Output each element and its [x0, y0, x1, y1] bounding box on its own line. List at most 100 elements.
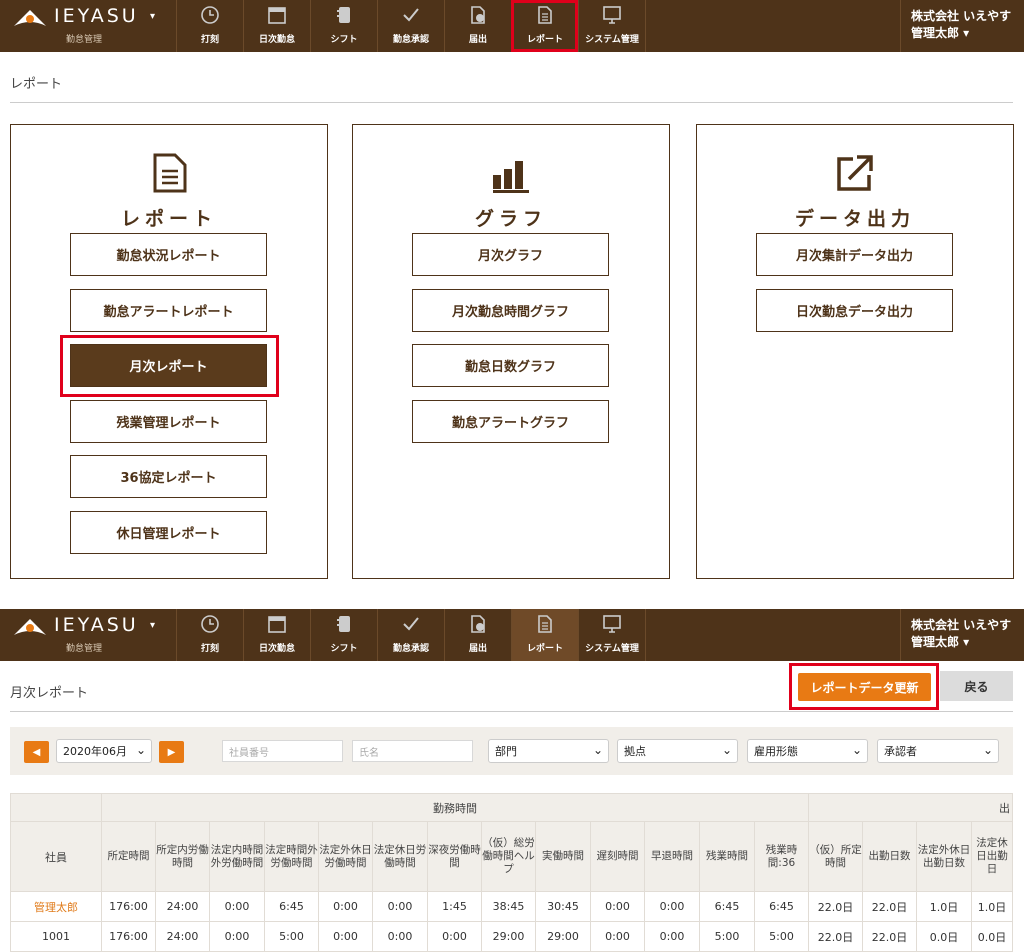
approver-select[interactable]: 承認者 ⌄: [877, 739, 999, 763]
table-cell: 0:00: [644, 921, 700, 952]
document-icon: [538, 6, 552, 24]
agreement36-report-button[interactable]: 36協定レポート: [70, 455, 267, 498]
column-header: 早退時間: [644, 821, 700, 892]
department-select[interactable]: 部門 ⌄: [488, 739, 609, 763]
holiday-report-button[interactable]: 休日管理レポート: [70, 511, 267, 554]
page-title: 月次レポート: [10, 686, 89, 701]
nav-report[interactable]: レポート: [511, 609, 578, 661]
check-icon: [403, 8, 419, 22]
nav-clock-in[interactable]: 打刻: [176, 609, 243, 661]
column-header: 深夜労働時間: [427, 821, 482, 892]
main-nav: 打刻 日次勤怠 シフト 勤怠承認 届出 レポート システム管理: [176, 0, 645, 52]
table-cell: 0:00: [644, 891, 700, 922]
table-cell: 0:00: [318, 921, 373, 952]
table-cell: 6:45: [754, 891, 809, 922]
nav-clock-in[interactable]: 打刻: [176, 0, 243, 52]
nav-report[interactable]: レポート: [511, 0, 578, 52]
column-header: 法定外休日出勤日数: [916, 821, 972, 892]
column-header: 残業時間: [699, 821, 755, 892]
upload-doc-icon: [471, 615, 485, 633]
monthly-export-button[interactable]: 月次集計データ出力: [756, 233, 953, 276]
nav-daily[interactable]: 日次勤怠: [243, 0, 310, 52]
site-select[interactable]: 拠点 ⌄: [617, 739, 738, 763]
column-header: 所定内労働時間: [155, 821, 210, 892]
table-cell: 0:00: [209, 921, 265, 952]
chevron-down-icon: ⌄: [721, 743, 732, 757]
monthly-hours-graph-button[interactable]: 月次勤怠時間グラフ: [412, 289, 609, 332]
nav-daily[interactable]: 日次勤怠: [243, 609, 310, 661]
employee-link[interactable]: 管理太郎: [10, 891, 102, 922]
card-title: グラフ: [474, 208, 547, 230]
monthly-graph-button[interactable]: 月次グラフ: [412, 233, 609, 276]
nav-label: レポート: [526, 35, 563, 45]
top-navbar: IEYASU ▾ 勤怠管理 打刻 日次勤怠 シフト 勤怠承認 届出 レポート シ…: [0, 0, 1024, 52]
table-cell: 0.0日: [916, 921, 972, 952]
table-cell: 0:00: [318, 891, 373, 922]
nav-system[interactable]: システム管理: [578, 0, 645, 52]
column-header: 法定外休日労働時間: [318, 821, 373, 892]
table-cell: 176:00: [101, 891, 156, 922]
nav-approval[interactable]: 勤怠承認: [377, 609, 444, 661]
employee-id[interactable]: 1001: [10, 921, 102, 952]
brand-caret-icon: ▾: [150, 11, 156, 22]
alert-report-button[interactable]: 勤怠アラートレポート: [70, 289, 267, 332]
nav-label: シフト: [330, 644, 358, 654]
employment-type-select[interactable]: 雇用形態 ⌄: [747, 739, 868, 763]
table-cell: 29:00: [535, 921, 591, 952]
nav-shift[interactable]: シフト: [310, 0, 377, 52]
table-cell: 22.0日: [862, 921, 917, 952]
highlight-box: [789, 663, 939, 710]
daily-export-button[interactable]: 日次勤怠データ出力: [756, 289, 953, 332]
user-menu[interactable]: 株式会社 いえやす 管理太郎 ▾: [900, 0, 1024, 52]
check-icon: [403, 617, 419, 631]
nav-label: システム管理: [585, 35, 639, 45]
table-cell: 22.0日: [808, 921, 863, 952]
prev-month-button[interactable]: ◀: [24, 741, 49, 763]
fan-logo-icon: [14, 10, 46, 26]
data-export-card: データ出力 月次集計データ出力 日次勤怠データ出力: [696, 124, 1014, 579]
table-cell: 0:00: [590, 891, 645, 922]
column-header: 法定内時間外労働時間: [209, 821, 265, 892]
employee-no-input[interactable]: 社員番号: [222, 740, 343, 762]
notebook-icon: [337, 616, 350, 632]
card-title: レポート: [120, 208, 217, 230]
filter-bar: ◀ 2020年06月 ⌄ ▶ 社員番号 氏名 部門 ⌄ 拠点 ⌄ 雇用形態 ⌄ 承認者 ⌄: [10, 727, 1013, 775]
monitor-icon: [603, 6, 621, 24]
month-select[interactable]: 2020年06月 ⌄: [56, 739, 152, 763]
table-cell: 0.0日: [971, 921, 1013, 952]
next-month-button[interactable]: ▶: [159, 741, 184, 763]
calendar-icon: [268, 7, 286, 24]
chevron-down-icon: ⌄: [592, 743, 603, 757]
nav-label: レポート: [526, 644, 563, 654]
back-button[interactable]: 戻る: [940, 671, 1013, 701]
user-name: 管理太郎 ▾: [911, 635, 970, 649]
column-header: 法定休日労働時間: [372, 821, 428, 892]
company-name: 株式会社 いえやす: [911, 618, 1012, 632]
app-logo[interactable]: IEYASU ▾ 勤怠管理: [0, 0, 176, 52]
column-header: 所定時間: [101, 821, 156, 892]
notebook-icon: [337, 7, 350, 23]
column-header: 遅刻時間: [590, 821, 645, 892]
name-input[interactable]: 氏名: [352, 740, 473, 762]
nav-label: 日次勤怠: [258, 644, 295, 654]
alert-graph-button[interactable]: 勤怠アラートグラフ: [412, 400, 609, 443]
nav-label: シフト: [330, 35, 358, 45]
overtime-report-button[interactable]: 残業管理レポート: [70, 400, 267, 443]
nav-approval[interactable]: 勤怠承認: [377, 0, 444, 52]
nav-system[interactable]: システム管理: [578, 609, 645, 661]
user-menu[interactable]: 株式会社 いえやす 管理太郎 ▾: [900, 609, 1024, 661]
column-header: 法定休日出勤日: [971, 821, 1013, 892]
table-row: 1001 176:00 24:00 0:00 5:00 0:00 0:00 0:…: [10, 921, 1013, 952]
brand-subtitle: 勤怠管理: [66, 644, 103, 654]
status-report-button[interactable]: 勤怠状況レポート: [70, 233, 267, 276]
monitor-icon: [603, 615, 621, 633]
nav-label: 日次勤怠: [258, 35, 295, 45]
nav-request[interactable]: 届出: [444, 0, 511, 52]
attendance-days-graph-button[interactable]: 勤怠日数グラフ: [412, 344, 609, 387]
chevron-down-icon: ⌄: [135, 743, 146, 757]
app-logo[interactable]: IEYASU ▾ 勤怠管理: [0, 609, 176, 661]
nav-request[interactable]: 届出: [444, 609, 511, 661]
table-cell: 24:00: [155, 891, 210, 922]
column-header: （仮）所定時間: [808, 821, 863, 892]
nav-shift[interactable]: シフト: [310, 609, 377, 661]
